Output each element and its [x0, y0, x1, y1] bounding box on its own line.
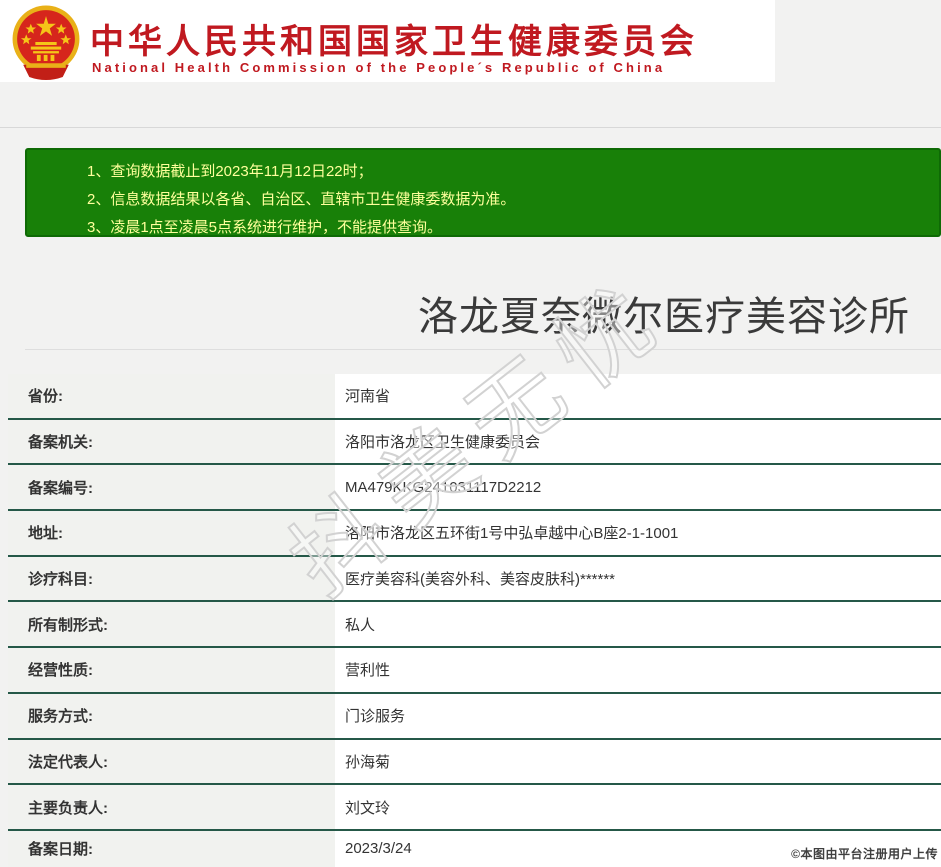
field-value: 刘文玲 [335, 785, 941, 829]
table-row-ownership: 所有制形式: 私人 [8, 602, 941, 649]
field-label: 省份: [8, 374, 335, 418]
field-label: 备案日期: [8, 830, 335, 867]
field-value: 洛阳市洛龙区卫生健康委员会 [335, 419, 941, 464]
notice-line-3: 3、凌晨1点至凌晨5点系统进行维护，不能提供查询。 [87, 219, 443, 236]
field-value: 营利性 [335, 648, 941, 692]
table-row-operating-nature: 经营性质: 营利性 [8, 648, 941, 694]
site-title-english: National Health Commission of the People… [92, 60, 666, 75]
field-value: 孙海菊 [335, 739, 941, 784]
national-emblem-icon [12, 5, 80, 80]
field-value: 河南省 [335, 374, 941, 418]
table-row-province: 省份: 河南省 [8, 374, 941, 420]
field-value: 门诊服务 [335, 693, 941, 738]
field-label: 经营性质: [8, 648, 335, 692]
field-value: 私人 [335, 602, 941, 647]
field-value: 医疗美容科(美容外科、美容皮肤科)****** [335, 556, 941, 601]
field-value: 洛阳市洛龙区五环街1号中弘卓越中心B座2-1-1001 [335, 511, 941, 555]
field-label: 所有制形式: [8, 602, 335, 647]
field-label: 诊疗科目: [8, 556, 335, 601]
field-label: 备案编号: [8, 465, 335, 510]
notice-line-1: 1、查询数据截止到2023年11月12日22时； [87, 163, 373, 180]
header-divider [0, 127, 941, 128]
table-row-clinical-departments: 诊疗科目: 医疗美容科(美容外科、美容皮肤科)****** [8, 556, 941, 603]
table-row-person-in-charge: 主要负责人: 刘文玲 [8, 785, 941, 831]
institution-name-title: 洛龙夏奈微尔医疗美容诊所 [418, 295, 910, 339]
record-table: 省份: 河南省 备案机关: 洛阳市洛龙区卫生健康委员会 备案编号: MA479K… [8, 374, 941, 867]
notice-line-2: 2、信息数据结果以各省、自治区、直辖市卫生健康委数据为准。 [87, 191, 516, 208]
table-row-legal-representative: 法定代表人: 孙海菊 [8, 739, 941, 786]
notice-box: 1、查询数据截止到2023年11月12日22时； 2、信息数据结果以各省、自治区… [25, 148, 941, 237]
field-label: 法定代表人: [8, 739, 335, 784]
site-title-chinese: 中华人民共和国国家卫生健康委员会 [90, 23, 698, 61]
table-row-filing-authority: 备案机关: 洛阳市洛龙区卫生健康委员会 [8, 419, 941, 466]
table-row-filing-number: 备案编号: MA479KKG241031117D2212 [8, 465, 941, 512]
table-row-address: 地址: 洛阳市洛龙区五环街1号中弘卓越中心B座2-1-1001 [8, 511, 941, 557]
site-header: 中华人民共和国国家卫生健康委员会 National Health Commiss… [0, 0, 775, 82]
field-label: 服务方式: [8, 693, 335, 738]
title-divider [25, 349, 941, 350]
field-label: 主要负责人: [8, 785, 335, 829]
field-value: MA479KKG241031117D2212 [335, 465, 941, 510]
field-label: 备案机关: [8, 419, 335, 464]
upload-credit-watermark: ©本图由平台注册用户上传 [791, 847, 938, 861]
field-label: 地址: [8, 511, 335, 555]
table-row-service-mode: 服务方式: 门诊服务 [8, 693, 941, 740]
